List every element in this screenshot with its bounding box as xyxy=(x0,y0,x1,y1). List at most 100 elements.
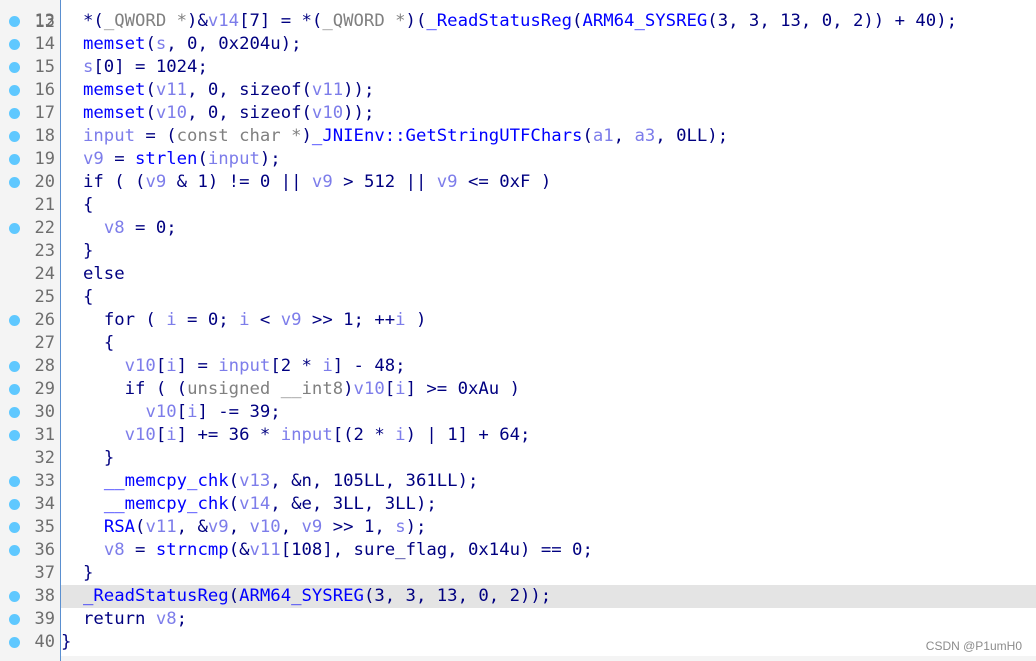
local-variable[interactable]: i xyxy=(187,402,197,422)
code-text[interactable]: s[0] = 1024; xyxy=(61,56,1036,79)
code-text[interactable]: if ( (unsigned __int8)v10[i] >= 0xAu ) xyxy=(61,378,1036,401)
local-variable[interactable]: v14 xyxy=(239,494,270,514)
local-variable[interactable]: v9 xyxy=(312,172,333,192)
code-line[interactable]: 39 return v8; xyxy=(0,608,1036,631)
local-variable[interactable]: s xyxy=(395,517,405,537)
local-variable[interactable]: s xyxy=(83,57,93,77)
code-line[interactable]: 31 v10[i] += 36 * input[(2 * i) | 1] + 6… xyxy=(0,424,1036,447)
local-variable[interactable]: v9 xyxy=(208,517,229,537)
breakpoint-dot-icon[interactable] xyxy=(9,131,20,142)
code-text[interactable]: } xyxy=(61,631,1036,654)
function-name[interactable]: memset xyxy=(83,34,145,54)
local-variable[interactable]: i xyxy=(395,425,405,445)
code-line[interactable]: 18 input = (const char *)_JNIEnv::GetStri… xyxy=(0,125,1036,148)
breakpoint-dot-icon[interactable] xyxy=(9,591,20,602)
code-line[interactable]: 36 v8 = strncmp(&v11[108], sure_flag, 0x… xyxy=(0,539,1036,562)
local-variable[interactable]: i xyxy=(166,425,176,445)
function-name[interactable]: _ReadStatusReg xyxy=(83,586,229,606)
local-variable[interactable]: v9 xyxy=(437,172,458,192)
local-variable[interactable]: v10 xyxy=(125,425,156,445)
breakpoint-dot-icon[interactable] xyxy=(9,522,20,533)
code-line[interactable]: 27 { xyxy=(0,332,1036,355)
local-variable[interactable]: v9 xyxy=(145,172,166,192)
local-variable[interactable]: s xyxy=(156,34,166,54)
local-variable[interactable]: v9 xyxy=(281,310,302,330)
code-line[interactable]: 21 { xyxy=(0,194,1036,217)
function-name[interactable]: memset xyxy=(83,80,145,100)
breakpoint-dot-icon[interactable] xyxy=(9,154,20,165)
code-text[interactable]: for ( i = 0; i < v9 >> 1; ++i ) xyxy=(61,309,1036,332)
code-line[interactable]: 15 s[0] = 1024; xyxy=(0,56,1036,79)
breakpoint-dot-icon[interactable] xyxy=(9,16,20,27)
local-variable[interactable]: i xyxy=(166,356,176,376)
breakpoint-dot-icon[interactable] xyxy=(9,108,20,119)
code-text[interactable]: else xyxy=(61,263,1036,286)
code-line[interactable]: 16 memset(v11, 0, sizeof(v11)); xyxy=(0,79,1036,102)
local-variable[interactable]: a1 xyxy=(593,126,614,146)
local-variable[interactable]: v11 xyxy=(145,517,176,537)
code-text[interactable]: { xyxy=(61,332,1036,355)
breakpoint-dot-icon[interactable] xyxy=(9,85,20,96)
local-variable[interactable]: i xyxy=(395,310,405,330)
function-name[interactable]: __memcpy_chk xyxy=(104,471,229,491)
breakpoint-dot-icon[interactable] xyxy=(9,476,20,487)
code-text[interactable]: } xyxy=(61,562,1036,585)
local-variable[interactable]: v9 xyxy=(302,517,323,537)
function-name[interactable]: _ReadStatusReg xyxy=(426,11,572,31)
breakpoint-dot-icon[interactable] xyxy=(9,384,20,395)
local-variable[interactable]: v10 xyxy=(156,103,187,123)
code-line[interactable]: 20 if ( (v9 & 1) != 0 || v9 > 512 || v9 <… xyxy=(0,171,1036,194)
local-variable[interactable]: v11 xyxy=(312,80,343,100)
breakpoint-dot-icon[interactable] xyxy=(9,430,20,441)
code-text[interactable]: v10[i] = input[2 * i] - 48; xyxy=(61,355,1036,378)
local-variable[interactable]: a3 xyxy=(634,126,655,146)
function-name[interactable]: __memcpy_chk xyxy=(104,494,229,514)
local-variable[interactable]: v10 xyxy=(125,356,156,376)
code-text[interactable]: input = (const char *)_JNIEnv::GetString… xyxy=(61,125,1036,148)
code-line[interactable]: 35 RSA(v11, &v9, v10, v9 >> 1, s); xyxy=(0,516,1036,539)
code-text[interactable]: *(_QWORD *)&v14[7] = *(_QWORD *)(_ReadSt… xyxy=(61,10,1036,33)
code-text[interactable]: memset(v10, 0, sizeof(v10)); xyxy=(61,102,1036,125)
local-variable[interactable]: v11 xyxy=(250,540,281,560)
function-name[interactable]: RSA xyxy=(104,517,135,537)
code-text[interactable]: __memcpy_chk(v13, &n, 105LL, 361LL); xyxy=(61,470,1036,493)
code-line[interactable]: 37} xyxy=(0,562,1036,585)
local-variable[interactable]: input xyxy=(208,149,260,169)
code-line[interactable]: 30 v10[i] -= 39; xyxy=(0,401,1036,424)
pseudocode-viewer[interactable]: 12 13 *(_QWORD *)&v14[7] = *(_QWORD *)(_R… xyxy=(0,0,1036,661)
code-line[interactable]: 17 memset(v10, 0, sizeof(v10)); xyxy=(0,102,1036,125)
breakpoint-dot-icon[interactable] xyxy=(9,315,20,326)
function-name[interactable]: ARM64_SYSREG xyxy=(239,586,364,606)
code-text[interactable]: v9 = strlen(input); xyxy=(61,148,1036,171)
function-name[interactable]: strlen xyxy=(135,149,197,169)
code-line[interactable]: 34 __memcpy_chk(v14, &e, 3LL, 3LL); xyxy=(0,493,1036,516)
code-text[interactable]: v10[i] += 36 * input[(2 * i) | 1] + 64; xyxy=(61,424,1036,447)
local-variable[interactable]: i xyxy=(166,310,176,330)
code-line[interactable]: 33 __memcpy_chk(v13, &n, 105LL, 361LL); xyxy=(0,470,1036,493)
code-line[interactable]: 22 v8 = 0; xyxy=(0,217,1036,240)
code-line[interactable]: 24 else xyxy=(0,263,1036,286)
function-name[interactable]: strncmp xyxy=(156,540,229,560)
local-variable[interactable]: v8 xyxy=(104,540,125,560)
code-line[interactable]: 38 _ReadStatusReg(ARM64_SYSREG(3, 3, 13, … xyxy=(0,585,1036,608)
code-text[interactable]: memset(s, 0, 0x204u); xyxy=(61,33,1036,56)
code-line[interactable]: 25 { xyxy=(0,286,1036,309)
local-variable[interactable]: v10 xyxy=(250,517,281,537)
local-variable[interactable]: v13 xyxy=(239,471,270,491)
local-variable[interactable]: v14 xyxy=(208,11,239,31)
local-variable[interactable]: v8 xyxy=(156,609,177,629)
code-text[interactable]: { xyxy=(61,286,1036,309)
local-variable[interactable]: v10 xyxy=(312,103,343,123)
code-text[interactable]: } xyxy=(61,240,1036,263)
local-variable[interactable]: v8 xyxy=(104,218,125,238)
breakpoint-dot-icon[interactable] xyxy=(9,407,20,418)
breakpoint-dot-icon[interactable] xyxy=(9,62,20,73)
function-name[interactable]: _JNIEnv::GetStringUTFChars xyxy=(312,126,583,146)
breakpoint-dot-icon[interactable] xyxy=(9,614,20,625)
code-line[interactable]: 26 for ( i = 0; i < v9 >> 1; ++i ) xyxy=(0,309,1036,332)
code-text[interactable]: __memcpy_chk(v14, &e, 3LL, 3LL); xyxy=(61,493,1036,516)
local-variable[interactable]: v10 xyxy=(354,379,385,399)
local-variable[interactable]: v10 xyxy=(145,402,176,422)
code-line[interactable]: 32 } xyxy=(0,447,1036,470)
breakpoint-dot-icon[interactable] xyxy=(9,223,20,234)
